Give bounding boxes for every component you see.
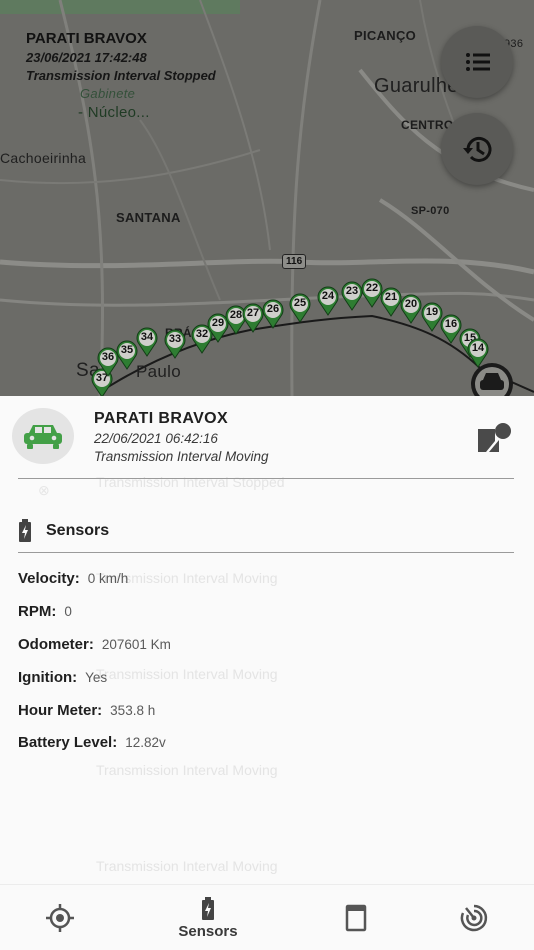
vehicle-header[interactable]: PARATI BRAVOX 22/06/2021 06:42:16 Transm… (0, 396, 534, 480)
sensor-value: 207601 Km (101, 637, 171, 652)
sensor-value: 353.8 h (110, 703, 156, 718)
map-label-sp070: SP-070 (411, 205, 450, 217)
vehicle-name: PARATI BRAVOX (94, 410, 229, 427)
sensor-row-ignition: Ignition: Yes (18, 669, 107, 686)
map-label-cachoeirinha: Cachoeirinha (0, 150, 87, 166)
history-fab-button[interactable] (441, 113, 513, 185)
ghost-list-item: Transmission Interval Moving (96, 858, 278, 874)
sensors-section-header: Sensors (18, 516, 109, 546)
map-label-nucleo: - Núcleo... (78, 104, 150, 121)
route-shield-116: 116 (282, 254, 307, 269)
sensor-label: Hour Meter: (18, 702, 103, 719)
shapes-icon (478, 423, 511, 452)
sensor-value: 12.82v (125, 735, 166, 750)
sensor-label: Odometer: (18, 636, 94, 653)
radar-icon (460, 904, 488, 932)
route-marker[interactable]: 33 (163, 329, 187, 359)
battery-icon (202, 896, 214, 920)
sensor-label: Ignition: (18, 669, 78, 686)
ghost-list-item: Transmission Interval Moving (96, 666, 278, 682)
map-label-picanco: PICANÇO (354, 28, 417, 43)
route-marker[interactable]: 26 (261, 299, 285, 329)
ghost-icon: ⊗ (38, 482, 50, 498)
route-marker-number: 26 (266, 303, 280, 315)
list-fab-button[interactable] (441, 26, 513, 98)
sensor-row-hour-meter: Hour Meter: 353.8 h (18, 702, 155, 719)
nav-item-device[interactable] (296, 885, 416, 950)
vehicle-datetime: 22/06/2021 06:42:16 (94, 431, 218, 446)
ghost-list-item: Transmission Interval Moving (96, 762, 278, 778)
route-marker[interactable]: 24 (316, 286, 340, 316)
map-info-vehicle: PARATI BRAVOX (26, 30, 147, 47)
list-icon (466, 53, 490, 71)
nav-item-sensors[interactable]: Sensors (148, 885, 268, 950)
sensor-label: RPM: (18, 603, 57, 620)
sensor-value: 0 km/h (87, 571, 129, 586)
sensor-row-velocity: Velocity: 0 km/h (18, 570, 128, 587)
sensors-divider (18, 552, 514, 553)
sensor-row-battery-level: Battery Level: 12.82v (18, 734, 166, 751)
map-label-santana: SANTANA (116, 210, 181, 225)
map-info-status: Transmission Interval Stopped (26, 68, 216, 83)
nav-item-label: Sensors (178, 922, 238, 940)
route-marker-number: 25 (293, 297, 307, 309)
bottom-navigation: Sensors (0, 884, 534, 950)
sensor-value: Yes (85, 670, 108, 685)
route-marker[interactable]: 25 (288, 293, 312, 323)
nav-item-location[interactable] (0, 885, 120, 950)
sensor-label: Velocity: (18, 570, 80, 587)
target-icon (46, 904, 74, 932)
car-icon (24, 425, 62, 449)
route-marker-number: 33 (168, 333, 182, 345)
route-marker[interactable]: 34 (135, 327, 159, 357)
vehicle-avatar (12, 408, 74, 464)
vehicle-status: Transmission Interval Moving (94, 449, 269, 464)
device-icon (345, 904, 367, 932)
battery-icon (19, 519, 31, 542)
history-icon (463, 136, 492, 162)
map-view[interactable]: PICANÇO 936 Guarulhe CENTRO Cachoeirinha… (0, 0, 534, 396)
map-label-paulo: Paulo (136, 362, 181, 381)
sensor-row-rpm: RPM: 0 (18, 603, 72, 620)
map-car-icon (471, 363, 513, 396)
sensor-row-odometer: Odometer: 207601 Km (18, 636, 171, 653)
sensor-value: 0 (64, 604, 72, 619)
sensor-label: Battery Level: (18, 734, 118, 751)
vehicle-sheet: ⊗ Transmission Interval Stopped Transmis… (0, 396, 534, 884)
route-marker-number: 24 (321, 290, 335, 302)
map-info-overlay: PARATI BRAVOX 23/06/2021 17:42:48 Transm… (26, 30, 216, 83)
geofence-button[interactable] (474, 420, 514, 456)
route-marker-number: 14 (471, 342, 485, 354)
sensors-title: Sensors (46, 522, 110, 539)
map-label-nucleo-top: Gabinete (80, 86, 136, 101)
nav-item-radar[interactable] (414, 885, 534, 950)
route-marker-number: 34 (140, 331, 154, 343)
map-info-datetime: 23/06/2021 17:42:48 (26, 50, 147, 65)
header-divider (18, 478, 514, 479)
